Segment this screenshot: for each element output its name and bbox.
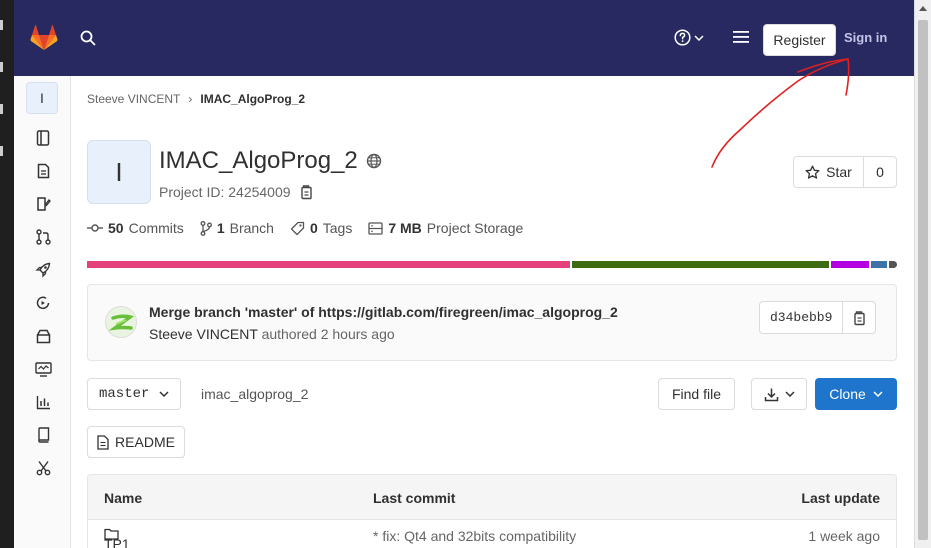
packages-icon[interactable] xyxy=(34,327,52,345)
language-segment[interactable] xyxy=(571,261,830,268)
readme-label: README xyxy=(115,434,175,450)
gitlab-logo[interactable] xyxy=(30,24,58,54)
copy-icon[interactable] xyxy=(299,184,313,200)
sidebar-project-avatar[interactable]: I xyxy=(26,82,58,114)
col-name: Name xyxy=(104,490,143,506)
help-icon xyxy=(674,29,691,46)
col-last-commit: Last commit xyxy=(373,490,456,506)
register-button[interactable]: Register xyxy=(763,24,836,56)
breadcrumb: Steeve VINCENT › IMAC_AlgoProg_2 xyxy=(87,92,305,106)
last-commit-box: Merge branch 'master' of https://gitlab.… xyxy=(87,284,897,361)
star-button[interactable]: Star xyxy=(794,157,864,187)
storage-size: 7 MB xyxy=(388,220,422,236)
issues-icon[interactable] xyxy=(34,162,52,180)
project-name: IMAC_AlgoProg_2 xyxy=(159,147,358,174)
hamburger-icon[interactable] xyxy=(733,30,749,47)
commits-label: Commits xyxy=(128,220,184,236)
file-name: TP1 xyxy=(104,536,130,548)
avatar[interactable] xyxy=(105,306,137,338)
file-icon xyxy=(97,434,109,450)
file-name-cell[interactable]: TP1 xyxy=(104,528,130,548)
scroll-thumb[interactable] xyxy=(918,20,928,540)
globe-icon xyxy=(366,153,381,169)
language-bar[interactable] xyxy=(87,261,897,268)
commit-title[interactable]: Merge branch 'master' of https://gitlab.… xyxy=(149,304,618,320)
tags-stat[interactable]: 0 Tags xyxy=(290,220,352,236)
breadcrumb-namespace[interactable]: Steeve VINCENT xyxy=(87,92,180,106)
chevron-down-icon xyxy=(784,391,795,397)
chevron-down-icon xyxy=(159,391,169,397)
chevron-down-icon xyxy=(873,391,883,397)
tags-label: Tags xyxy=(322,220,353,236)
download-button[interactable] xyxy=(751,378,807,410)
table-header: Name Last commit Last update xyxy=(88,475,896,520)
storage-icon xyxy=(368,221,383,235)
merge-requests-icon[interactable] xyxy=(34,228,52,246)
snippets-icon[interactable] xyxy=(34,459,52,477)
table-row[interactable]: TP1 * fix: Qt4 and 32bits compatibility … xyxy=(88,520,896,548)
find-file-button[interactable]: Find file xyxy=(658,378,735,410)
commits-stat[interactable]: 50 Commits xyxy=(87,220,184,236)
language-segment[interactable] xyxy=(888,261,897,268)
analytics-icon[interactable] xyxy=(34,393,52,411)
project-sidebar: I xyxy=(14,76,71,548)
project-stats: 50 Commits 1 Branch 0 Tags 7 MB Project … xyxy=(87,220,523,236)
branches-label: Branch xyxy=(229,220,274,236)
branch-icon xyxy=(200,220,212,236)
branches-stat[interactable]: 1 Branch xyxy=(200,220,274,236)
language-segment[interactable] xyxy=(831,261,869,268)
clone-label: Clone xyxy=(829,386,866,402)
language-segment[interactable] xyxy=(87,261,570,268)
branch-name: master xyxy=(99,386,150,402)
commit-sha[interactable]: d34bebb9 xyxy=(760,302,844,333)
file-last-update: 1 week ago xyxy=(808,528,880,544)
commit-sha-group: d34bebb9 xyxy=(759,301,877,334)
deployments-icon[interactable] xyxy=(34,294,52,312)
storage-label: Project Storage xyxy=(426,220,524,236)
breadcrumb-separator: › xyxy=(188,92,193,106)
language-segment[interactable] xyxy=(870,261,887,268)
readme-button[interactable]: README xyxy=(87,426,185,458)
wiki-icon[interactable] xyxy=(34,426,52,444)
tags-count: 0 xyxy=(309,220,318,236)
monitor-icon[interactable] xyxy=(34,360,52,378)
branches-count: 1 xyxy=(216,220,225,236)
rocket-icon[interactable] xyxy=(34,261,52,279)
file-last-commit[interactable]: * fix: Qt4 and 32bits compatibility xyxy=(373,528,576,544)
edit-icon[interactable] xyxy=(34,195,52,213)
tag-icon xyxy=(290,221,305,235)
star-icon xyxy=(805,165,820,179)
signin-link[interactable]: Sign in xyxy=(844,30,887,45)
page-title: IMAC_AlgoProg_2 xyxy=(159,147,382,175)
storage-stat[interactable]: 7 MB Project Storage xyxy=(368,220,523,236)
file-table: Name Last commit Last update TP1 * fix: … xyxy=(87,474,897,548)
col-last-update: Last update xyxy=(801,490,880,506)
page-scrollbar[interactable] xyxy=(914,0,931,548)
star-label: Star xyxy=(826,164,852,180)
breadcrumb-project[interactable]: IMAC_AlgoProg_2 xyxy=(200,92,305,106)
commits-count: 50 xyxy=(108,220,124,236)
scroll-up-arrow[interactable] xyxy=(919,6,927,11)
commit-author[interactable]: Steeve VINCENT xyxy=(149,326,258,342)
repo-path[interactable]: imac_algoprog_2 xyxy=(201,386,308,402)
branch-dropdown[interactable]: master xyxy=(87,378,181,410)
commit-meta: Steeve VINCENT authored 2 hours ago xyxy=(149,326,395,342)
repository-icon[interactable] xyxy=(34,129,52,147)
project-id-text: Project ID: 24254009 xyxy=(159,184,291,200)
copy-icon xyxy=(854,310,866,325)
project-avatar: I xyxy=(87,140,151,204)
project-id: Project ID: 24254009 xyxy=(159,184,313,200)
help-dropdown[interactable] xyxy=(674,29,704,46)
background-window-edge xyxy=(0,0,14,548)
clone-button[interactable]: Clone xyxy=(815,378,897,410)
star-count[interactable]: 0 xyxy=(864,157,896,187)
commit-icon xyxy=(87,224,103,232)
download-icon xyxy=(764,388,778,401)
chevron-down-icon xyxy=(694,34,704,41)
top-navbar: Register Sign in xyxy=(14,0,914,76)
star-button-group: Star 0 xyxy=(793,156,897,188)
copy-sha-button[interactable] xyxy=(843,302,875,333)
commit-authored: authored 2 hours ago xyxy=(261,326,395,342)
search-icon[interactable] xyxy=(80,30,96,49)
